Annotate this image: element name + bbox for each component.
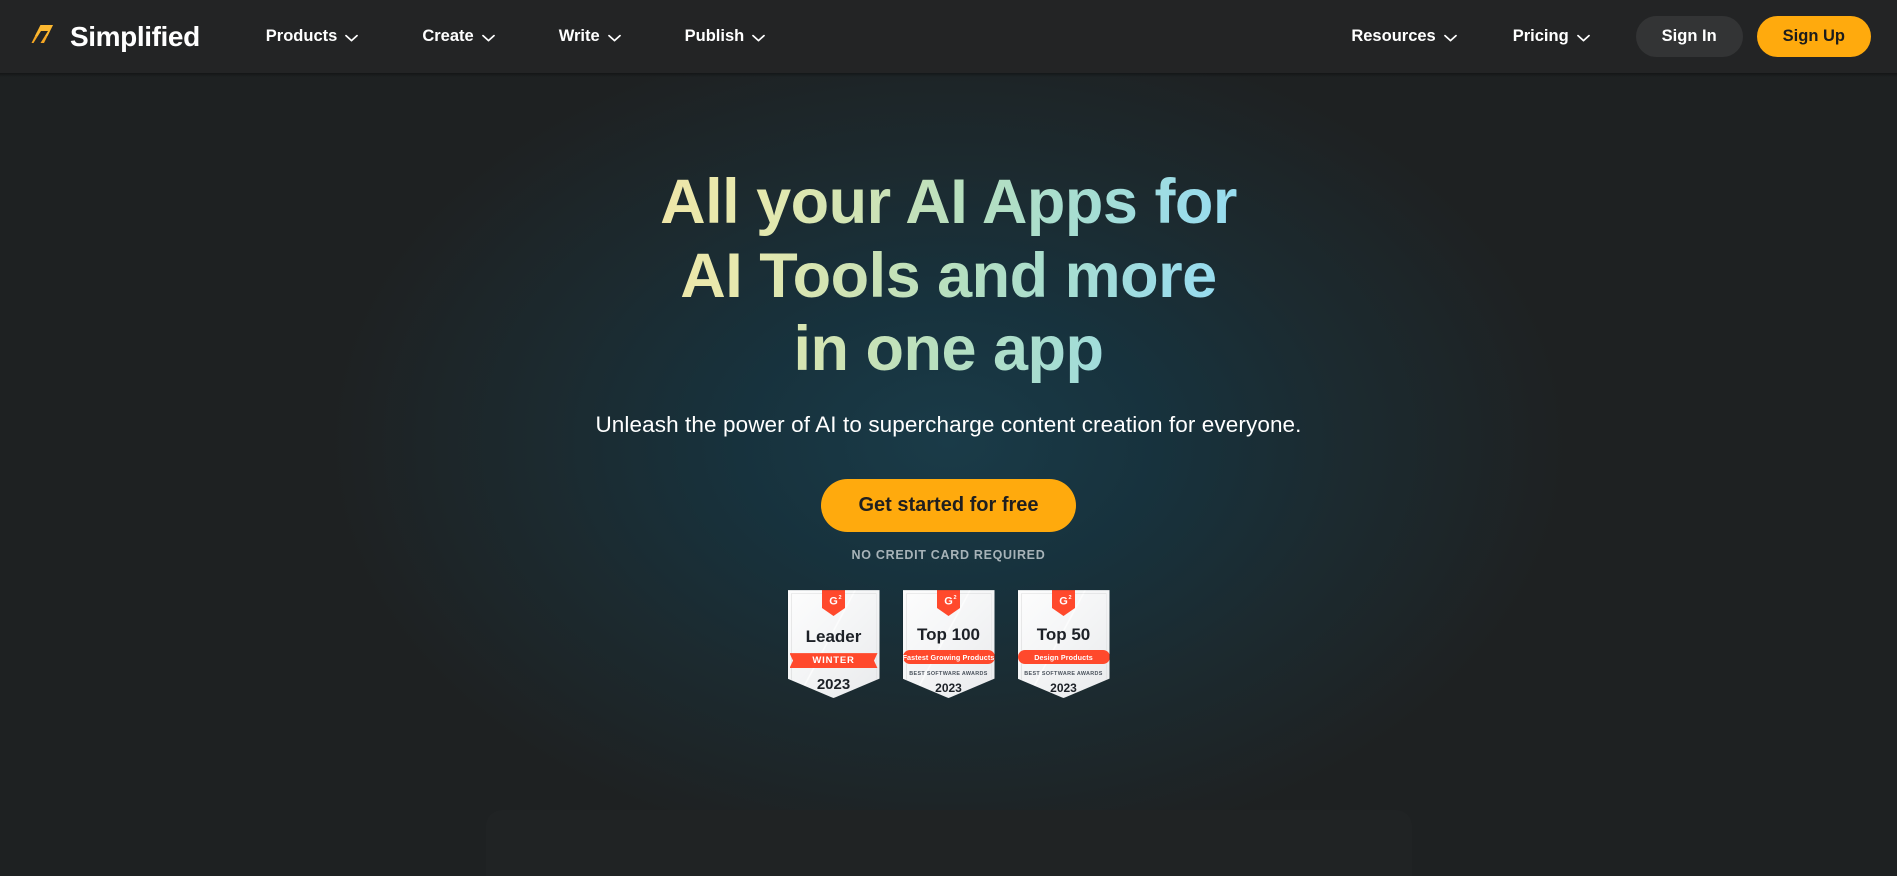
- award-badge-leader[interactable]: G 2 Leader WINTER 2023: [787, 590, 880, 699]
- badge-ribbon: Fastest Growing Products: [902, 650, 995, 665]
- hero-section: All your AI Apps for AI Tools and more i…: [0, 73, 1897, 699]
- award-badge-group: G 2 Leader WINTER 2023 G 2 Top 100 Faste…: [787, 590, 1110, 699]
- award-badge-top-50[interactable]: G 2 Top 50 Design Products BEST SOFTWARE…: [1017, 590, 1110, 699]
- brand-logo-link[interactable]: Simplified: [27, 20, 200, 54]
- nav-item-write[interactable]: Write: [527, 0, 653, 73]
- badge-year: 2023: [816, 676, 851, 694]
- svg-text:G: G: [944, 596, 953, 608]
- badge-year: 2023: [935, 681, 962, 696]
- badge-ribbon: Design Products: [1017, 650, 1110, 665]
- badge-title: Leader: [805, 627, 862, 647]
- nav-item-label: Resources: [1351, 27, 1436, 45]
- svg-text:G: G: [829, 596, 838, 608]
- nav-item-label: Pricing: [1512, 27, 1569, 45]
- hero-subheadline: Unleash the power of AI to supercharge c…: [595, 412, 1302, 438]
- svg-text:2: 2: [953, 595, 956, 601]
- get-started-button[interactable]: Get started for free: [821, 479, 1076, 533]
- chevron-down-icon: [481, 34, 495, 42]
- primary-nav: Products Create Write Publish: [234, 0, 797, 73]
- brand-name: Simplified: [70, 20, 200, 52]
- nav-item-label: Write: [558, 27, 600, 45]
- badge-subtitle: BEST SOFTWARE AWARDS: [909, 671, 988, 678]
- badge-ribbon: WINTER: [789, 653, 878, 669]
- award-badge-top-100[interactable]: G 2 Top 100 Fastest Growing Products BES…: [902, 590, 995, 699]
- secondary-nav: Resources Pricing Sign In Sign Up: [1323, 0, 1897, 73]
- g2-logo-icon: G 2: [1052, 590, 1075, 617]
- badge-title: Top 100: [917, 625, 980, 645]
- nav-item-products[interactable]: Products: [234, 0, 391, 73]
- nav-item-pricing[interactable]: Pricing: [1485, 0, 1618, 73]
- nav-item-label: Create: [422, 27, 474, 45]
- main-navbar: Simplified Products Create Write Publish…: [0, 0, 1897, 73]
- badge-subtitle: BEST SOFTWARE AWARDS: [1024, 671, 1103, 678]
- svg-text:G: G: [1059, 596, 1068, 608]
- simplified-logo-icon: [27, 20, 61, 54]
- g2-logo-icon: G 2: [937, 590, 960, 617]
- chevron-down-icon: [1443, 34, 1457, 42]
- svg-text:2: 2: [1068, 595, 1071, 601]
- nav-item-resources[interactable]: Resources: [1323, 0, 1484, 73]
- chevron-down-icon: [1576, 34, 1590, 42]
- nav-item-publish[interactable]: Publish: [653, 0, 798, 73]
- sign-in-button[interactable]: Sign In: [1635, 16, 1743, 57]
- chevron-down-icon: [752, 34, 766, 42]
- nav-item-label: Publish: [684, 27, 745, 45]
- badge-year: 2023: [1050, 681, 1077, 696]
- nav-item-label: Products: [265, 27, 338, 45]
- chevron-down-icon: [607, 34, 621, 42]
- chevron-down-icon: [345, 34, 359, 42]
- no-credit-card-note: NO CREDIT CARD REQUIRED: [851, 548, 1046, 563]
- page-title: All your AI Apps for AI Tools and more i…: [660, 166, 1237, 387]
- lower-content-card: [486, 810, 1412, 876]
- sign-up-button[interactable]: Sign Up: [1756, 16, 1871, 57]
- g2-logo-icon: G 2: [822, 590, 845, 617]
- svg-text:2: 2: [838, 595, 841, 601]
- nav-item-create[interactable]: Create: [390, 0, 526, 73]
- badge-title: Top 50: [1036, 625, 1091, 645]
- page-root: Simplified Products Create Write Publish…: [0, 0, 1897, 876]
